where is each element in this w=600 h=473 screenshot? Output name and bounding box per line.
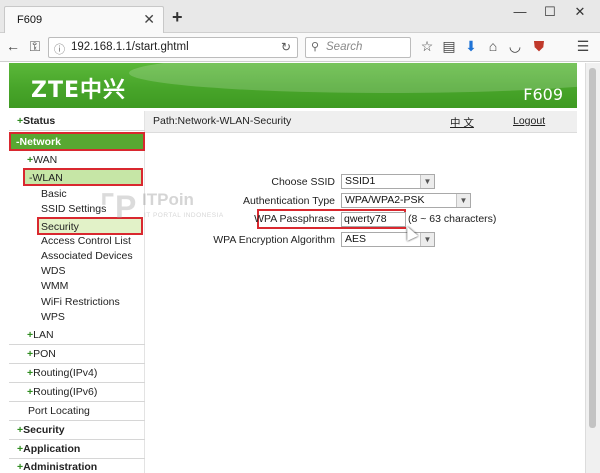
divider	[9, 363, 145, 364]
itpoin-watermark: ⌜P ITPoin IT PORTAL INDONESIA	[100, 188, 230, 238]
wpa-passphrase-label: WPA Passphrase	[254, 213, 335, 225]
maximize-button[interactable]: ☐	[535, 4, 565, 24]
url-text[interactable]: 192.168.1.1/start.ghtml	[71, 41, 189, 53]
sidebar-item-lan[interactable]: +LAN	[9, 327, 145, 343]
sidebar-item-label: LAN	[33, 329, 54, 341]
divider	[9, 130, 145, 131]
watermark-title: ITPoin	[142, 190, 194, 209]
sidebar-item-label: Security	[23, 424, 65, 436]
key-icon[interactable]: ⚿	[26, 38, 44, 55]
sidebar-item-application[interactable]: +Application	[9, 441, 145, 457]
divider	[9, 439, 145, 440]
wpa-passphrase-input[interactable]: qwerty78	[341, 212, 406, 227]
sidebar-item-routing-ipv4[interactable]: +Routing(IPv4)	[9, 365, 145, 381]
sidebar-item-pon[interactable]: +PON	[9, 346, 145, 362]
sidebar-item-wlan[interactable]: -WLAN	[23, 168, 143, 186]
encryption-algorithm-select[interactable]: AES ▼	[341, 232, 435, 247]
close-tab-icon[interactable]: ✕	[143, 11, 155, 28]
new-tab-button[interactable]: +	[172, 7, 183, 28]
banner-shine	[129, 63, 577, 93]
watermark-subtitle: IT PORTAL INDONESIA	[144, 212, 224, 219]
divider	[9, 420, 145, 421]
watermark-logo-icon: ⌜P	[100, 189, 137, 225]
sidebar-item-label: PON	[33, 348, 56, 360]
menu-icon[interactable]: ☰	[574, 38, 592, 55]
reading-list-icon[interactable]: ▤	[440, 38, 458, 55]
ssid-label: Choose SSID	[271, 176, 335, 188]
search-icon: ⚲	[311, 41, 320, 53]
main-content: Path:Network-WLAN-Security 中 文 Logout Ch…	[145, 111, 577, 473]
sidebar-item-label: Application	[23, 443, 81, 455]
sidebar-item-routing-ipv6[interactable]: +Routing(IPv6)	[9, 384, 145, 400]
language-link[interactable]: 中 文	[450, 115, 474, 130]
window-close-button[interactable]: ✕	[565, 4, 595, 24]
logout-link[interactable]: Logout	[513, 115, 545, 127]
divider	[9, 382, 145, 383]
sidebar-item-wmm[interactable]: WMM	[9, 278, 145, 294]
sidebar-item-label: Administration	[23, 461, 98, 473]
ssid-select-value: SSID1	[345, 175, 376, 187]
divider	[9, 344, 145, 345]
model-name: F609	[523, 85, 563, 104]
sidebar-item-wifi-restrictions[interactable]: WiFi Restrictions	[9, 294, 145, 310]
encryption-algorithm-value: AES	[345, 233, 367, 245]
authentication-type-value: WPA/WPA2-PSK	[345, 194, 425, 206]
search-input[interactable]: Search	[326, 41, 362, 53]
browser-tab[interactable]: F609 ✕	[4, 6, 164, 33]
authentication-type-label: Authentication Type	[242, 195, 335, 207]
breadcrumb: Path:Network-WLAN-Security	[153, 115, 292, 127]
minimize-button[interactable]: —	[505, 4, 535, 24]
sidebar-item-label: Status	[23, 115, 56, 127]
sidebar-item-administration[interactable]: +Administration	[9, 459, 145, 473]
sidebar-item-wan[interactable]: +WAN	[9, 152, 145, 168]
browser-navigation-bar: ← ⚿ ⓘ 192.168.1.1/start.ghtml ↻ ⚲ Search…	[0, 33, 600, 62]
sidebar-item-wds[interactable]: WDS	[9, 263, 145, 279]
chevron-down-icon: ▼	[420, 175, 434, 188]
chevron-down-icon: ▼	[456, 194, 470, 207]
ublock-icon[interactable]: ⛊	[530, 38, 548, 55]
home-icon[interactable]: ⌂	[484, 38, 502, 54]
sidebar-item-status[interactable]: +Status	[9, 113, 145, 129]
sidebar-navigation: +Status -Network +WAN -WLAN Basic SSID S…	[9, 111, 145, 473]
scrollbar-thumb[interactable]	[589, 68, 596, 428]
reload-icon[interactable]: ↻	[281, 40, 291, 54]
address-bar[interactable]: ⓘ 192.168.1.1/start.ghtml ↻	[48, 37, 298, 58]
info-icon[interactable]: ⓘ	[54, 41, 65, 57]
sidebar-item-label: WAN	[33, 154, 58, 166]
download-icon[interactable]: ⬇	[462, 38, 480, 55]
router-header-banner: ZTE中兴 F609	[9, 63, 577, 108]
sidebar-item-label: -Network	[16, 136, 61, 148]
encryption-algorithm-label: WPA Encryption Algorithm	[213, 234, 335, 246]
sidebar-item-associated-devices[interactable]: Associated Devices	[9, 248, 145, 264]
sidebar-item-security[interactable]: +Security	[9, 422, 145, 438]
sidebar-item-label: -WLAN	[29, 172, 63, 184]
wpa-passphrase-value: qwerty78	[344, 213, 387, 225]
chevron-down-icon: ▼	[420, 233, 434, 246]
sidebar-item-network[interactable]: -Network	[9, 132, 145, 151]
browser-tab-bar: F609 ✕ + — ☐ ✕	[0, 0, 600, 33]
pocket-icon[interactable]: ◡	[506, 38, 524, 55]
sidebar-item-label: Routing(IPv4)	[33, 367, 98, 379]
bookmark-star-icon[interactable]: ☆	[418, 38, 436, 55]
ssid-select[interactable]: SSID1 ▼	[341, 174, 435, 189]
sidebar-item-wps[interactable]: WPS	[9, 309, 145, 325]
divider	[9, 401, 145, 402]
path-bar: Path:Network-WLAN-Security 中 文 Logout	[145, 111, 577, 133]
zte-logo: ZTE中兴	[31, 78, 126, 103]
sidebar-item-label: Routing(IPv6)	[33, 386, 98, 398]
sidebar-item-port-locating[interactable]: Port Locating	[9, 403, 145, 419]
back-icon[interactable]: ←	[4, 38, 22, 54]
tab-title: F609	[17, 14, 43, 26]
authentication-type-select[interactable]: WPA/WPA2-PSK ▼	[341, 193, 471, 208]
search-box[interactable]: ⚲ Search	[305, 37, 411, 58]
passphrase-length-hint: (8 ~ 63 characters)	[408, 213, 497, 225]
